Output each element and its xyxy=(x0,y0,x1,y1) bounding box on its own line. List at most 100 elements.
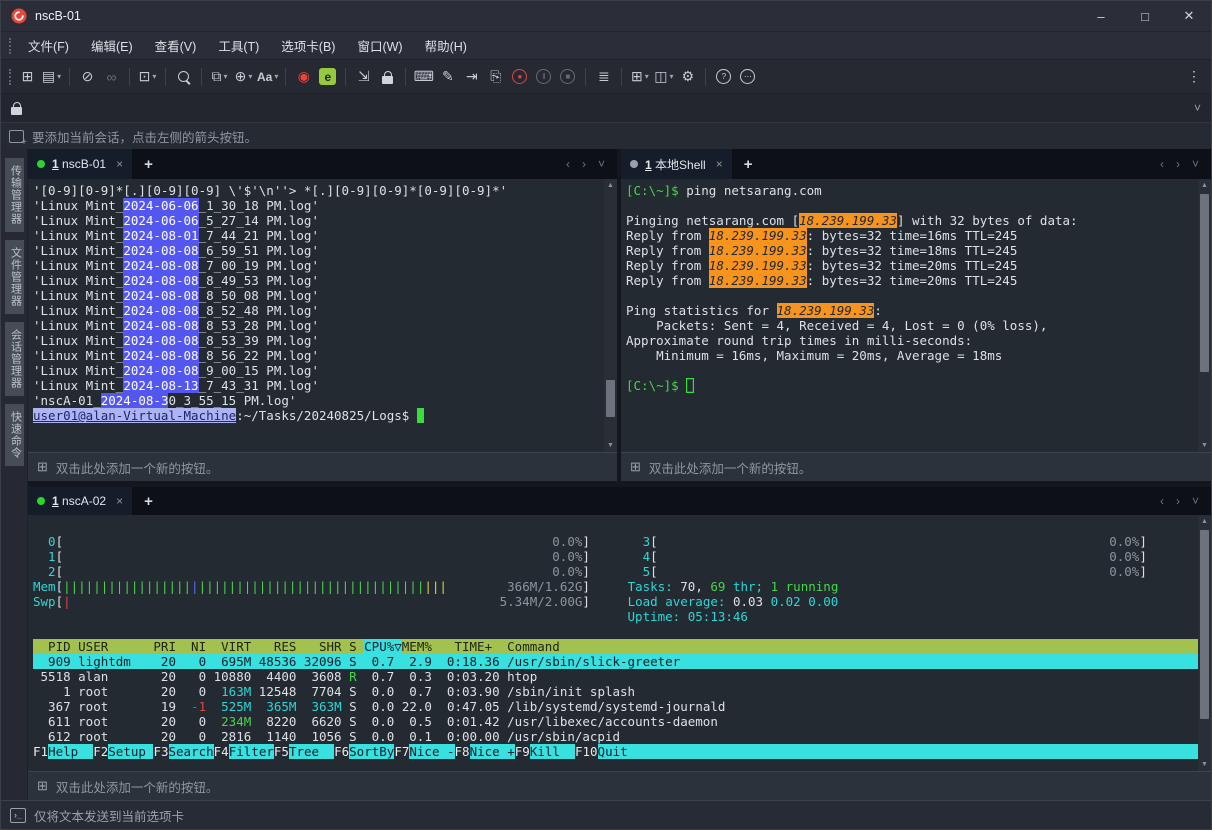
find-icon[interactable] xyxy=(173,65,194,89)
close-tab-icon[interactable]: × xyxy=(116,494,123,508)
scrollbar[interactable]: ▲ ▼ xyxy=(1198,179,1211,452)
menu-item-1[interactable]: 编辑(E) xyxy=(80,32,144,59)
session-properties-icon[interactable]: ⊡▾ xyxy=(137,65,158,89)
toolbar-overflow-icon[interactable]: ⋮ xyxy=(1183,68,1205,85)
feedback-icon[interactable]: ⋯ xyxy=(737,65,758,89)
sidebar-strip: 传输管理器文件管理器会话管理器快速命令 xyxy=(1,149,28,800)
tab-scroll-left-icon[interactable]: ‹ xyxy=(1160,157,1164,171)
terminal-line: Approximate round trip times in milli-se… xyxy=(626,333,1198,348)
toolbar-separator xyxy=(129,68,130,86)
sidebar-tab-0[interactable]: 传输管理器 xyxy=(5,158,24,232)
scroll-down-icon[interactable]: ▼ xyxy=(1201,439,1208,452)
terminal-line: Mem[||||||||||||||||||||||||||||||||||||… xyxy=(33,579,1198,594)
tab-nscB-01[interactable]: 1 nscB-01 × xyxy=(28,149,132,179)
toolbar-drag-handle[interactable] xyxy=(9,69,11,85)
tab-local-shell[interactable]: 1 本地Shell × xyxy=(621,149,732,179)
terminal-local-shell[interactable]: [C:\~]$ ping netsarang.com Pinging netsa… xyxy=(621,179,1198,452)
add-current-session-icon[interactable] xyxy=(9,130,24,143)
open-session-icon[interactable]: ▤▾ xyxy=(41,65,62,89)
tile-layout-icon[interactable]: ◫▾ xyxy=(653,65,674,89)
tab-scroll-right-icon[interactable]: › xyxy=(582,157,586,171)
menu-bar: 文件(F)编辑(E)查看(V)工具(T)选项卡(B)窗口(W)帮助(H) xyxy=(1,31,1211,59)
sidebar-tab-1[interactable]: 文件管理器 xyxy=(5,240,24,314)
compose-bar-icon[interactable]: ⌨ xyxy=(413,65,434,89)
send-text-icon[interactable]: ›_ xyxy=(10,808,26,823)
tab-scroll-left-icon[interactable]: ‹ xyxy=(1160,494,1164,508)
scroll-up-icon[interactable]: ▲ xyxy=(1201,515,1208,528)
menu-item-5[interactable]: 窗口(W) xyxy=(346,32,413,59)
record-icon[interactable]: ● xyxy=(509,65,530,89)
close-tab-icon[interactable]: × xyxy=(716,157,723,171)
notes-pane-icon[interactable]: ≣ xyxy=(593,65,614,89)
tab-list-icon[interactable]: ˅ xyxy=(1192,494,1199,508)
tab-list-icon[interactable]: ˅ xyxy=(1192,157,1199,171)
new-tab-button[interactable]: + xyxy=(132,149,165,179)
tab-list-icon[interactable]: ˅ xyxy=(598,157,605,171)
scroll-up-icon[interactable]: ▲ xyxy=(1201,179,1208,192)
xftp-icon[interactable]: e xyxy=(317,65,338,89)
maximize-button[interactable]: □ xyxy=(1123,1,1167,31)
tab-scroll-left-icon[interactable]: ‹ xyxy=(566,157,570,171)
close-button[interactable]: ✕ xyxy=(1167,1,1211,31)
encoding-icon[interactable]: ⊕▾ xyxy=(233,65,254,89)
reconnect-icon[interactable]: ∞ xyxy=(101,65,122,89)
scrollbar[interactable]: ▲ ▼ xyxy=(1198,515,1211,771)
menu-item-6[interactable]: 帮助(H) xyxy=(414,32,478,59)
logging-icon[interactable]: ⇥ xyxy=(461,65,482,89)
menu-drag-handle[interactable] xyxy=(9,38,11,54)
new-tab-button[interactable]: + xyxy=(132,487,165,515)
tab-scroll-right-icon[interactable]: › xyxy=(1176,157,1180,171)
disconnect-icon[interactable]: ⊘ xyxy=(77,65,98,89)
tab-scroll-right-icon[interactable]: › xyxy=(1176,494,1180,508)
menu-item-3[interactable]: 工具(T) xyxy=(207,32,270,59)
sidebar-tab-3[interactable]: 快速命令 xyxy=(5,404,24,466)
terminal-line: [C:\~]$ xyxy=(626,378,1198,393)
add-button-icon: ⊞ xyxy=(37,778,48,794)
tab-index: 1 xyxy=(52,157,59,171)
terminal-line xyxy=(33,624,1198,639)
quick-command-input[interactable] xyxy=(32,94,1184,122)
terminal-nscB-01[interactable]: '[0-9][0-9]*[.][0-9][0-9] \'$'\n''> *[.]… xyxy=(28,179,604,452)
menu-item-0[interactable]: 文件(F) xyxy=(17,32,80,59)
menu-item-4[interactable]: 选项卡(B) xyxy=(270,32,346,59)
minimize-button[interactable]: – xyxy=(1079,1,1123,31)
new-tab-icon[interactable]: ⊞▾ xyxy=(629,65,650,89)
scroll-down-icon[interactable]: ▼ xyxy=(607,439,614,452)
settings-gear-icon[interactable]: ⚙ xyxy=(677,65,698,89)
script-icon[interactable]: ⎘ xyxy=(485,65,506,89)
new-terminal-icon[interactable]: ⧉▾ xyxy=(209,65,230,89)
terminal-line: 'Linux Mint_2024-08-08_6_59_51 PM.log' xyxy=(33,243,604,258)
scroll-up-icon[interactable]: ▲ xyxy=(607,179,614,192)
terminal-line: 'Linux Mint_2024-08-08_9_00_15 PM.log' xyxy=(33,363,604,378)
window-title: nscB-01 xyxy=(35,9,81,23)
scrollbar-thumb[interactable] xyxy=(1200,530,1209,719)
new-tab-button[interactable]: + xyxy=(732,149,765,179)
tab-nscA-02[interactable]: 1 nscA-02 × xyxy=(28,487,132,515)
scroll-down-icon[interactable]: ▼ xyxy=(1201,758,1208,771)
scrollbar-thumb[interactable] xyxy=(1200,194,1209,372)
quick-command-bar[interactable]: ⊞ 双击此处添加一个新的按钮。 xyxy=(621,452,1211,481)
chevron-down-icon[interactable]: ˅ xyxy=(1194,101,1201,115)
menu-item-2[interactable]: 查看(V) xyxy=(144,32,208,59)
lock-session-icon[interactable] xyxy=(377,65,398,89)
help-icon[interactable]: ? xyxy=(713,65,734,89)
terminal-line: 'Linux Mint_2024-08-08_8_53_39 PM.log' xyxy=(33,333,604,348)
font-icon[interactable]: Aa▾ xyxy=(257,65,278,89)
highlight-pen-icon[interactable]: ✎ xyxy=(437,65,458,89)
sidebar-tab-2[interactable]: 会话管理器 xyxy=(5,322,24,396)
terminal-line xyxy=(33,519,1198,534)
toolbar-separator xyxy=(705,68,706,86)
terminal-line: 1[ 0.0%] 4[ 0.0%] xyxy=(33,549,1198,564)
new-session-icon[interactable]: ⊞ xyxy=(17,65,38,89)
fullscreen-icon[interactable]: ⇲ xyxy=(353,65,374,89)
terminal-line: 1 root 20 0 163M 12548 7704 S 0.0 0.7 0:… xyxy=(33,684,1198,699)
scrollbar[interactable]: ▲ ▼ xyxy=(604,179,617,452)
stop-icon[interactable]: ■ xyxy=(557,65,578,89)
pause-icon[interactable]: ‖ xyxy=(533,65,554,89)
xshell-icon[interactable]: ◉ xyxy=(293,65,314,89)
terminal-nscA-02-htop[interactable]: 0[ 0.0%] 3[ 0.0%] 1[ xyxy=(28,515,1198,771)
quick-command-bar[interactable]: ⊞ 双击此处添加一个新的按钮。 xyxy=(28,771,1211,800)
scrollbar-thumb[interactable] xyxy=(606,380,615,417)
close-tab-icon[interactable]: × xyxy=(116,157,123,171)
quick-command-bar[interactable]: ⊞ 双击此处添加一个新的按钮。 xyxy=(28,452,617,481)
